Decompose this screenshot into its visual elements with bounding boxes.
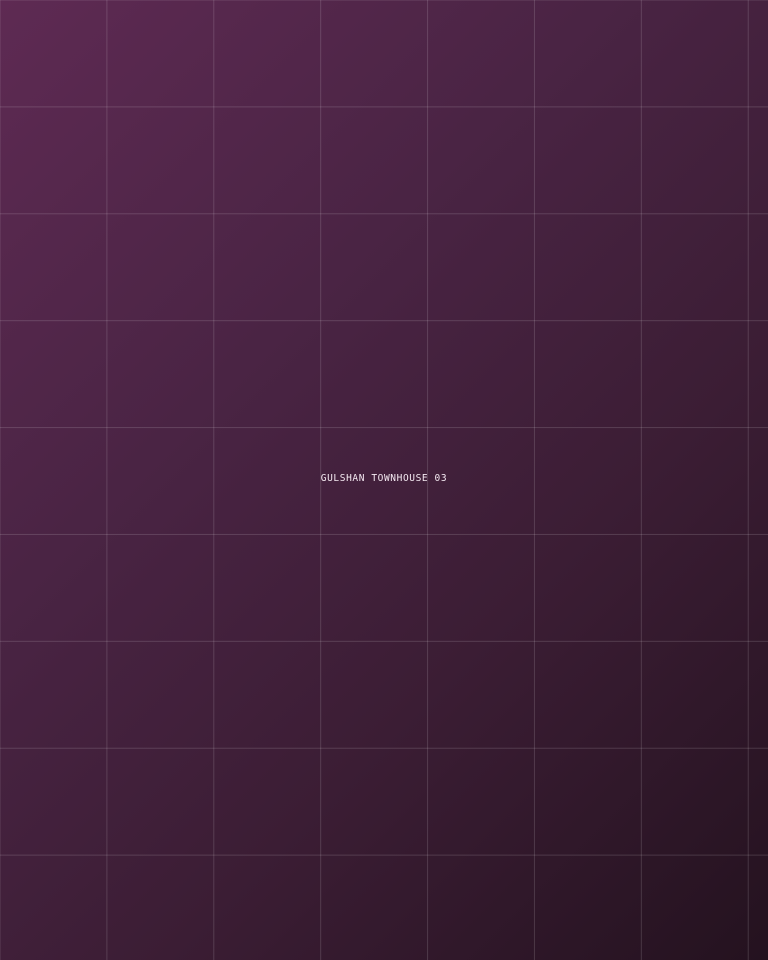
placeholder-caption: GULSHAN TOWNHOUSE 03 <box>320 473 448 484</box>
canvas: { "caption": "GULSHAN TOWNHOUSE 03", "co… <box>0 0 768 960</box>
